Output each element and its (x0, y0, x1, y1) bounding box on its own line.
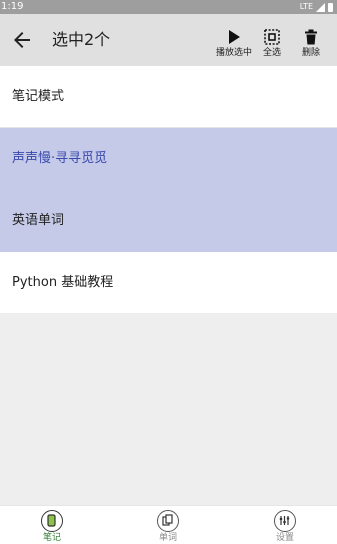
network-type: LTE (299, 2, 313, 11)
notebook-row-selected[interactable]: 英语单词 (0, 190, 337, 252)
delete-label: 删除 (301, 48, 320, 58)
nav-notes-label: 笔记 (42, 533, 61, 543)
notebook-row[interactable]: 笔记模式 (0, 66, 337, 128)
page-title: 选中2个 (52, 30, 111, 49)
battery-icon (328, 2, 333, 12)
signal-icon (316, 2, 325, 12)
notebook-list: 笔记模式 声声慢·寻寻觅觅 英语单词 Python 基础教程 (0, 66, 337, 313)
notebook-icon (41, 510, 63, 532)
words-icon (157, 510, 179, 532)
notebook-row[interactable]: Python 基础教程 (0, 252, 337, 313)
notebook-title: 英语单词 (12, 213, 65, 228)
nav-settings-label: 设置 (275, 533, 294, 543)
status-bar: 1:19 LTE (0, 0, 337, 14)
notebook-row-selected[interactable]: 声声慢·寻寻觅觅 (0, 128, 337, 190)
settings-icon (274, 510, 296, 532)
select-all-label: 全选 (262, 48, 281, 58)
nav-words[interactable]: 单词 (138, 510, 198, 544)
play-selected-button[interactable]: 播放选中 (212, 28, 256, 64)
select-all-button[interactable]: 全选 (259, 28, 285, 64)
nav-words-label: 单词 (158, 533, 177, 543)
notebook-title: Python 基础教程 (12, 275, 114, 290)
delete-button[interactable]: 删除 (298, 28, 324, 64)
back-button[interactable] (10, 28, 34, 52)
notebook-title: 声声慢·寻寻觅觅 (12, 151, 108, 166)
bottom-navigation: 笔记 单词 设置 (0, 505, 337, 544)
nav-notes[interactable]: 笔记 (22, 510, 82, 544)
notebook-title: 笔记模式 (12, 89, 65, 104)
play-icon (229, 30, 240, 44)
play-selected-label: 播放选中 (215, 48, 252, 58)
nav-settings[interactable]: 设置 (255, 510, 315, 544)
trash-icon (305, 29, 317, 45)
selection-toolbar: 选中2个 播放选中 全选 删除 (0, 14, 337, 66)
back-arrow-icon (14, 32, 30, 48)
select-all-icon (264, 29, 280, 45)
status-time: 1:19 (1, 1, 24, 12)
